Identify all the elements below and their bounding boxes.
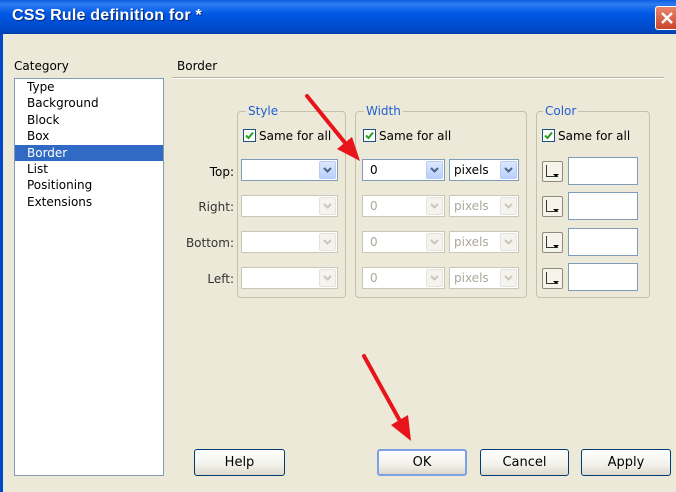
chevron-down-icon[interactable]	[426, 269, 443, 287]
left-width-select[interactable]: 0	[362, 267, 445, 289]
category-label: Category	[14, 59, 69, 73]
css-rule-dialog: CSS Rule definition for * Category Type …	[0, 0, 676, 492]
apply-button[interactable]: Apply	[581, 449, 671, 476]
category-item-list[interactable]: List	[15, 161, 163, 177]
category-item-background[interactable]: Background	[15, 95, 163, 111]
checkmark-icon	[544, 131, 553, 140]
width-same-for-all-label: Same for all	[379, 129, 452, 143]
left-style-select[interactable]	[241, 267, 338, 289]
chevron-down-icon[interactable]	[500, 269, 517, 287]
category-item-type[interactable]: Type	[15, 79, 163, 95]
category-list[interactable]: Type Background Block Box Border List Po…	[14, 78, 164, 476]
right-color-input[interactable]	[568, 192, 638, 220]
checkmark-icon	[245, 131, 254, 140]
bottom-width-select[interactable]: 0	[362, 231, 445, 253]
cancel-button[interactable]: Cancel	[480, 449, 569, 476]
color-same-for-all-checkbox[interactable]	[542, 129, 555, 142]
style-same-for-all-checkbox[interactable]	[243, 129, 256, 142]
style-same-for-all[interactable]: Same for all	[243, 128, 331, 144]
top-width-select[interactable]: 0	[362, 159, 445, 181]
top-style-select[interactable]	[241, 159, 338, 181]
width-same-for-all-checkbox[interactable]	[363, 129, 376, 142]
window-frame	[0, 34, 3, 492]
red-arrow-icon	[362, 354, 411, 441]
chevron-down-icon[interactable]	[319, 233, 336, 251]
title-bar: CSS Rule definition for *	[0, 0, 676, 34]
category-item-block[interactable]: Block	[15, 112, 163, 128]
section-title: Border	[177, 59, 218, 73]
bottom-unit-select[interactable]: pixels	[449, 231, 519, 253]
top-width-value: 0	[370, 163, 378, 177]
chevron-down-icon[interactable]	[319, 197, 336, 215]
color-same-for-all[interactable]: Same for all	[542, 128, 630, 144]
left-unit-select[interactable]: pixels	[449, 267, 519, 289]
category-item-extensions[interactable]: Extensions	[15, 194, 163, 210]
category-item-border[interactable]: Border	[15, 144, 163, 161]
right-color-picker[interactable]	[542, 196, 563, 217]
chevron-down-icon[interactable]	[426, 197, 443, 215]
row-label-right: Right:	[198, 200, 234, 214]
help-button[interactable]: Help	[194, 449, 285, 476]
ok-button[interactable]: OK	[377, 449, 467, 476]
style-group-title: Style	[246, 103, 281, 119]
bottom-color-input[interactable]	[568, 228, 638, 256]
left-color-input[interactable]	[568, 263, 638, 291]
window-title: CSS Rule definition for *	[12, 7, 202, 24]
chevron-down-icon[interactable]	[500, 233, 517, 251]
category-item-positioning[interactable]: Positioning	[15, 177, 163, 193]
top-unit-value: pixels	[454, 163, 489, 177]
color-group-title: Color	[543, 103, 579, 119]
left-color-picker[interactable]	[542, 268, 563, 289]
bottom-color-picker[interactable]	[542, 232, 563, 253]
row-label-left: Left:	[207, 272, 234, 286]
chevron-down-icon[interactable]	[500, 197, 517, 215]
right-style-select[interactable]	[241, 195, 338, 217]
top-unit-select[interactable]: pixels	[449, 159, 519, 181]
width-group-title: Width	[364, 103, 403, 119]
chevron-down-icon[interactable]	[319, 161, 336, 179]
category-item-box[interactable]: Box	[15, 128, 163, 144]
width-same-for-all[interactable]: Same for all	[363, 128, 451, 144]
close-button[interactable]	[655, 6, 676, 30]
checkmark-icon	[365, 131, 374, 140]
chevron-down-icon[interactable]	[500, 161, 517, 179]
style-same-for-all-label: Same for all	[259, 129, 332, 143]
chevron-down-icon[interactable]	[426, 233, 443, 251]
right-width-select[interactable]: 0	[362, 195, 445, 217]
chevron-down-icon[interactable]	[426, 161, 443, 179]
bottom-style-select[interactable]	[241, 231, 338, 253]
row-label-bottom: Bottom:	[185, 236, 234, 250]
right-unit-select[interactable]: pixels	[449, 195, 519, 217]
close-icon	[661, 12, 673, 24]
section-divider	[172, 77, 664, 79]
row-label-top: Top:	[209, 165, 234, 179]
top-color-picker[interactable]	[542, 161, 563, 182]
chevron-down-icon[interactable]	[319, 269, 336, 287]
top-color-input[interactable]	[568, 157, 638, 185]
color-same-for-all-label: Same for all	[558, 129, 631, 143]
